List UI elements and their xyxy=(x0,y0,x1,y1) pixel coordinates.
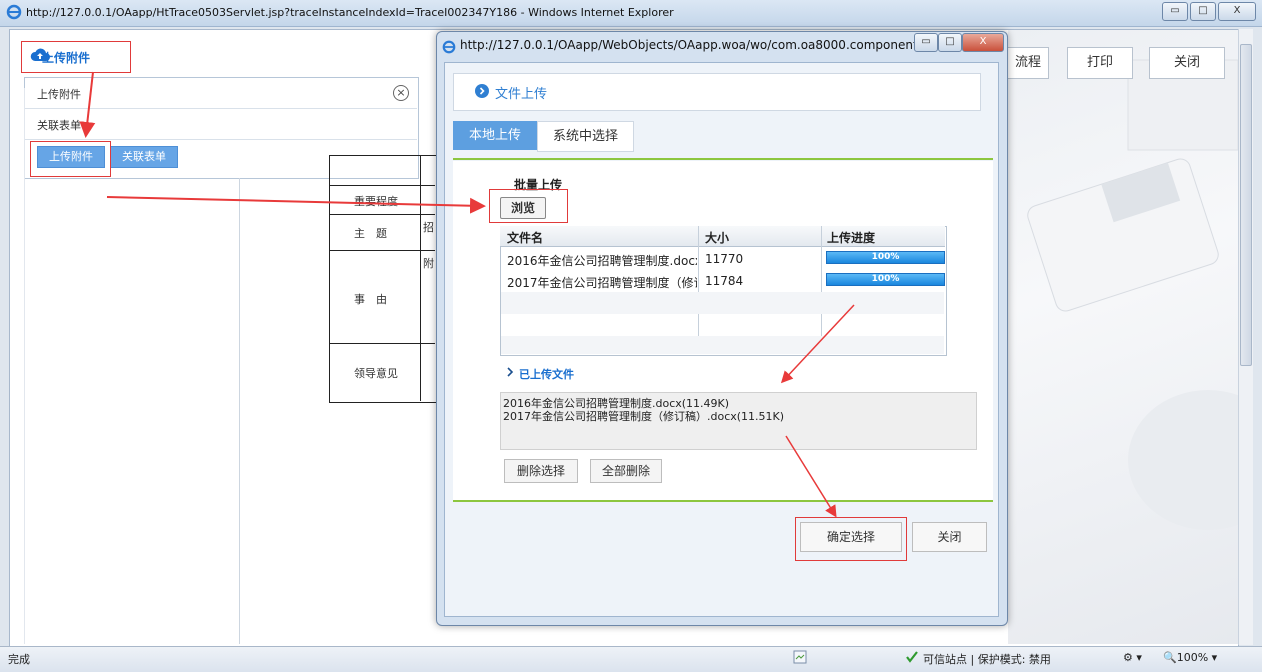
form-row-line xyxy=(329,185,435,186)
progress-bar: 100% xyxy=(826,251,945,264)
table-row xyxy=(501,336,944,354)
file-upload-title: 文件上传 xyxy=(495,87,548,102)
popup-title: http://127.0.0.1/OAapp/WebObjects/OAapp.… xyxy=(460,38,950,52)
dropdown-row-link-form[interactable] xyxy=(24,108,417,140)
process-button[interactable]: 流程 xyxy=(1008,47,1049,79)
checkmark-icon xyxy=(906,651,918,663)
reason-label: 事 由 xyxy=(354,293,387,306)
dropdown-upload-label: 上传附件 xyxy=(37,88,81,101)
tab-system-select[interactable]: 系统中选择 xyxy=(537,121,634,152)
ie-logo-icon xyxy=(6,4,22,20)
upload-attachment-label: 上传附件 xyxy=(42,51,91,65)
close-page-button[interactable]: 关闭 xyxy=(1149,47,1225,79)
form-row-line xyxy=(329,343,435,344)
status-bar xyxy=(0,646,1262,672)
calculator-image-icon xyxy=(1027,59,1262,530)
annotation-box xyxy=(30,141,111,177)
leader-opinion-label: 领导意见 xyxy=(354,367,398,380)
maximize-button[interactable]: □ xyxy=(1190,2,1216,21)
form-table-divider xyxy=(420,155,421,401)
browser-title: http://127.0.0.1/OAapp/HtTrace0503Servle… xyxy=(26,6,674,19)
grid-header-filename: 文件名 xyxy=(507,231,544,245)
annotation-box xyxy=(489,189,568,223)
file-name-cell: 2016年金信公司招聘管理制度.docx xyxy=(507,254,697,268)
form-row-line xyxy=(329,250,435,251)
page-icon xyxy=(793,650,807,664)
grid-header-progress: 上传进度 xyxy=(827,231,876,245)
settings-icon[interactable]: ⚙ ▾ xyxy=(1123,651,1142,664)
uploaded-file-item[interactable]: 2017年金信公司招聘管理制度（修订稿）.docx(11.51K) xyxy=(503,408,784,424)
subject-value: 招 xyxy=(423,221,434,234)
left-frame-line xyxy=(24,88,25,644)
minimize-button[interactable]: ▭ xyxy=(1162,2,1188,21)
left-column-divider xyxy=(239,178,240,644)
scrollbar-thumb[interactable] xyxy=(1240,44,1252,366)
close-window-button[interactable]: X xyxy=(1218,2,1256,21)
print-button[interactable]: 打印 xyxy=(1067,47,1133,79)
subject-label: 主 题 xyxy=(354,227,387,240)
file-size-cell: 11784 xyxy=(705,274,744,288)
zoom-icon: 🔍 xyxy=(1163,651,1177,664)
grid-header-size: 大小 xyxy=(705,231,730,245)
delete-selected-button[interactable]: 删除选择 xyxy=(504,459,578,483)
green-divider xyxy=(453,500,993,502)
file-size-cell: 11770 xyxy=(705,252,744,266)
importance-label: 重要程度 xyxy=(354,195,398,208)
tab-local-upload[interactable]: 本地上传 xyxy=(453,121,537,150)
green-divider xyxy=(453,158,993,160)
attachment-value: 附 xyxy=(423,257,434,270)
popup-close-button[interactable]: 关闭 xyxy=(912,522,987,552)
zoom-level[interactable]: 🔍100% ▾ xyxy=(1163,651,1217,664)
zoom-value: 100% xyxy=(1176,651,1209,664)
close-circle-icon[interactable]: × xyxy=(393,85,409,101)
table-row xyxy=(501,292,944,314)
progress-bar: 100% xyxy=(826,273,945,286)
security-zone-status[interactable]: 可信站点 | 保护模式: 禁用 xyxy=(923,651,1051,667)
dropdown-link-form-button[interactable]: 关联表单 xyxy=(110,146,178,168)
status-text: 完成 xyxy=(8,653,30,666)
chevron-right-icon xyxy=(507,367,514,377)
popup-minimize-button[interactable]: ▭ xyxy=(914,33,938,52)
ie-logo-icon xyxy=(442,40,456,54)
popup-maximize-button[interactable]: □ xyxy=(938,33,962,52)
dropdown-link-form-label: 关联表单 xyxy=(37,119,81,132)
background-decoration xyxy=(1008,30,1262,644)
file-name-cell: 2017年金信公司招聘管理制度（修订稿 xyxy=(507,276,697,290)
chevron-circle-icon xyxy=(475,84,489,98)
dropdown-row-upload[interactable] xyxy=(24,77,417,109)
annotation-box xyxy=(795,517,907,561)
form-row-line xyxy=(329,214,435,215)
delete-all-button[interactable]: 全部删除 xyxy=(590,459,662,483)
popup-close-window-button[interactable]: X xyxy=(962,33,1004,52)
uploaded-files-toggle[interactable]: 已上传文件 xyxy=(519,366,574,382)
